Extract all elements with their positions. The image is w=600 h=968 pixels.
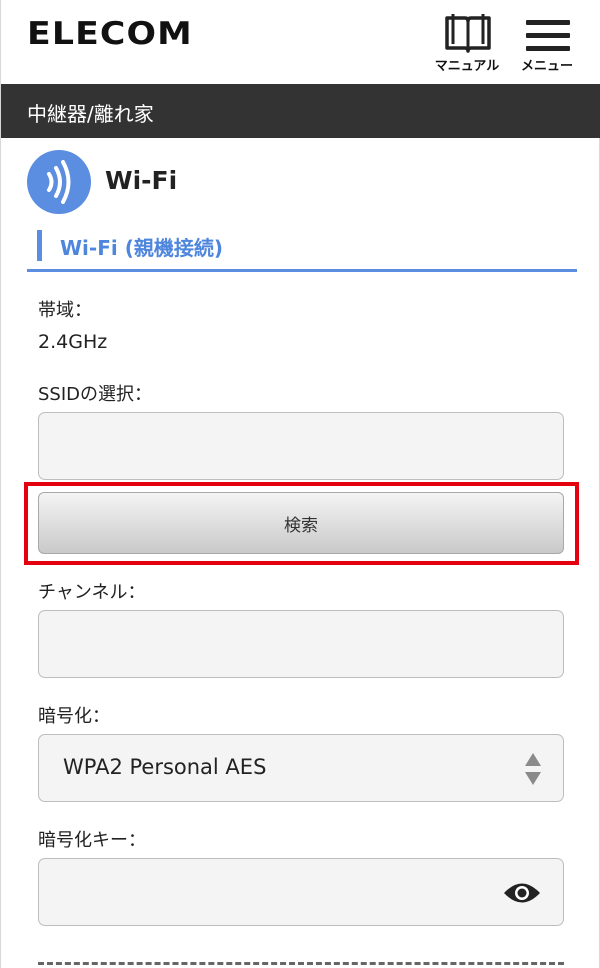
manual-button[interactable]: マニュアル <box>431 10 503 76</box>
subheading-marker <box>37 230 42 261</box>
channel-label: チャンネル： <box>38 582 146 603</box>
search-button[interactable]: 検索 <box>38 492 564 554</box>
ssid-input[interactable] <box>39 413 563 479</box>
book-icon <box>445 14 491 53</box>
wifi-icon <box>27 150 91 214</box>
ssid-label: SSIDの選択： <box>38 384 153 405</box>
page-frame: ELECOM マニュアル メニュー 中継器/離れ家 Wi-Fi Wi-Fi (親… <box>0 0 600 968</box>
manual-label: マニュアル <box>434 59 500 74</box>
key-label: 暗号化キー： <box>38 830 146 851</box>
encryption-selected-value: WPA2 Personal AES <box>63 755 267 779</box>
encryption-key-field[interactable] <box>38 858 564 926</box>
select-arrows-icon <box>525 753 541 785</box>
section-subheading: Wi-Fi (親機接続) <box>27 226 577 272</box>
menu-button[interactable]: メニュー <box>511 10 583 76</box>
encryption-label: 暗号化： <box>38 706 110 727</box>
band-label: 帯域： <box>38 300 92 321</box>
elecom-logo[interactable]: ELECOM <box>27 16 193 52</box>
channel-input[interactable] <box>39 611 563 677</box>
encryption-select[interactable]: WPA2 Personal AES <box>38 734 564 802</box>
hamburger-icon <box>526 18 570 52</box>
breadcrumb-bar: 中継器/離れ家 <box>1 84 600 138</box>
section-divider <box>38 962 564 965</box>
eye-icon[interactable] <box>503 880 541 906</box>
subheading-text: Wi-Fi (親機接続) <box>60 236 223 260</box>
channel-field[interactable] <box>38 610 564 678</box>
ssid-field[interactable] <box>38 412 564 480</box>
breadcrumb: 中継器/離れ家 <box>27 102 154 126</box>
app-header: ELECOM マニュアル メニュー <box>1 0 600 84</box>
menu-label: メニュー <box>520 59 573 74</box>
page-title: Wi-Fi <box>105 166 178 195</box>
band-value: 2.4GHz <box>38 331 108 353</box>
encryption-key-input[interactable] <box>39 859 479 925</box>
